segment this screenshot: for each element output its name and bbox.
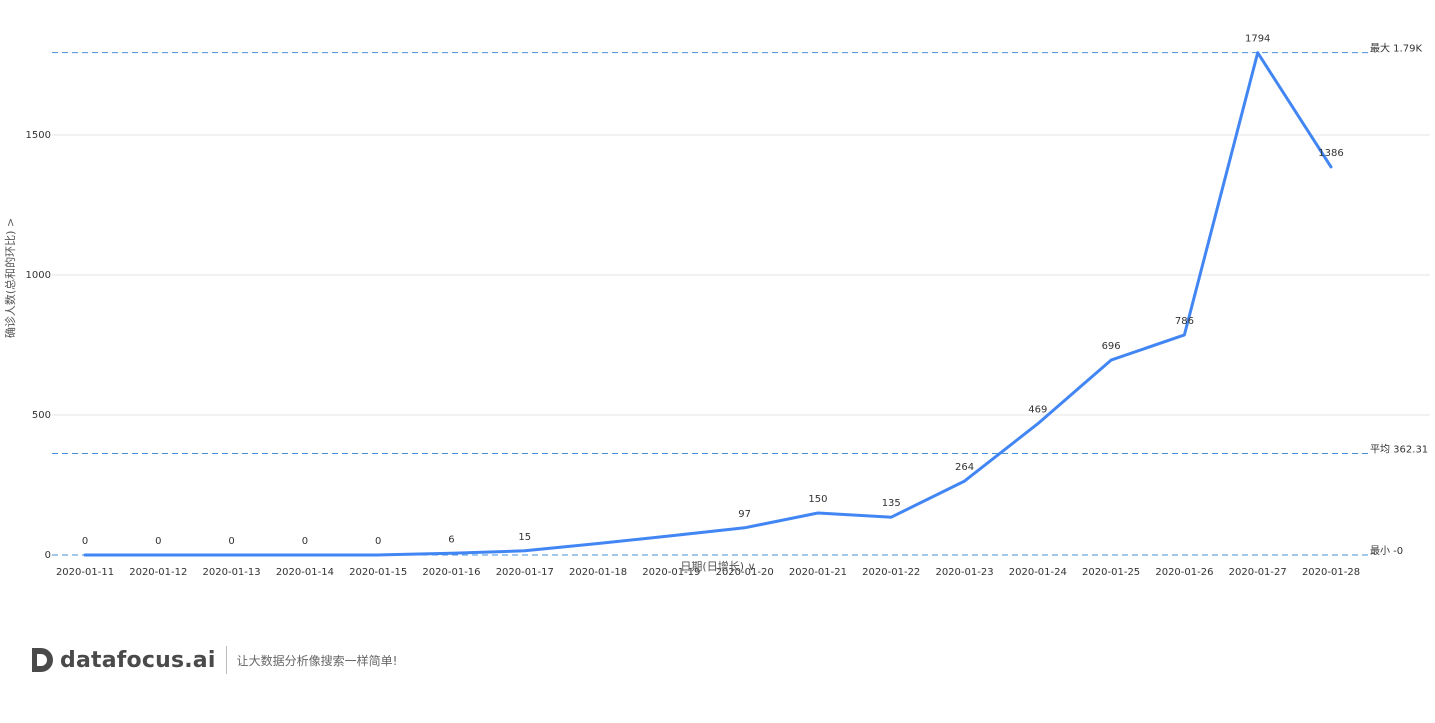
data-label: 1794 — [1245, 34, 1270, 45]
data-label: 469 — [1028, 405, 1047, 416]
data-label: 264 — [955, 462, 974, 473]
data-label: 135 — [882, 498, 901, 509]
x-tick-label: 2020-01-24 — [1009, 567, 1067, 578]
footer: datafocus.ai 让大数据分析像搜索一样简单! — [30, 645, 397, 675]
x-tick-label: 2020-01-21 — [789, 567, 847, 578]
x-tick-label: 2020-01-18 — [569, 567, 627, 578]
brand-name: datafocus.ai — [60, 647, 216, 673]
brand-slogan: 让大数据分析像搜索一样简单! — [236, 653, 398, 668]
reference-label: 平均 362.31 — [1370, 444, 1428, 456]
data-label: 150 — [808, 494, 827, 505]
x-tick-label: 2020-01-11 — [56, 567, 114, 578]
series-layer — [83, 51, 1333, 557]
data-labels: 0 0 0 0 0 6 15 97 150 135 264 469 696 786 1794 1386 — [82, 34, 1344, 547]
y-axis-title[interactable]: 确诊人数(总和的环比) > — [3, 218, 17, 338]
data-label: 0 — [155, 536, 161, 547]
data-label: 0 — [302, 536, 308, 547]
brand-logo: datafocus.ai — [30, 646, 216, 674]
data-label: 696 — [1102, 341, 1121, 352]
data-label: 97 — [738, 509, 751, 520]
grid-lines — [52, 134, 1430, 416]
data-label: 0 — [375, 536, 381, 547]
x-tick-label: 2020-01-23 — [935, 567, 993, 578]
x-axis-title[interactable]: 日期(日增长) ∨ — [680, 559, 755, 573]
x-tick-label: 2020-01-12 — [129, 567, 187, 578]
data-label: 0 — [82, 536, 88, 547]
x-tick-label: 2020-01-17 — [496, 567, 554, 578]
y-tick-label: 1000 — [26, 270, 51, 281]
x-tick-label: 2020-01-28 — [1302, 567, 1360, 578]
data-label: 6 — [448, 534, 454, 545]
x-tick-label: 2020-01-13 — [203, 567, 261, 578]
y-tick-label: 0 — [45, 550, 51, 561]
y-axis-ticks: 0 500 1000 1500 — [26, 130, 51, 561]
line-chart: 最大 1.79K平均 362.31最小 -0 050010001500 2020… — [3, 34, 1430, 578]
x-tick-label: 2020-01-14 — [276, 567, 334, 578]
y-tick-label: 500 — [32, 410, 51, 421]
data-label: 15 — [518, 532, 531, 543]
x-tick-label: 2020-01-25 — [1082, 567, 1140, 578]
y-tick-label: 1500 — [26, 130, 51, 141]
datafocus-logo-icon — [32, 648, 53, 672]
x-tick-label: 2020-01-27 — [1229, 567, 1287, 578]
reference-label: 最小 -0 — [1370, 545, 1403, 557]
data-label: 786 — [1175, 316, 1194, 327]
series-line — [83, 51, 1333, 557]
x-tick-label: 2020-01-26 — [1155, 567, 1213, 578]
footer-divider — [225, 646, 227, 674]
x-tick-label: 2020-01-15 — [349, 567, 407, 578]
x-tick-label: 2020-01-16 — [422, 567, 480, 578]
x-tick-label: 2020-01-22 — [862, 567, 920, 578]
reference-lines: 最大 1.79K 平均 362.31 最小 -0 — [52, 42, 1428, 557]
reference-label: 最大 1.79K — [1370, 42, 1422, 55]
data-label: 0 — [228, 536, 234, 547]
data-label: 1386 — [1318, 148, 1343, 159]
